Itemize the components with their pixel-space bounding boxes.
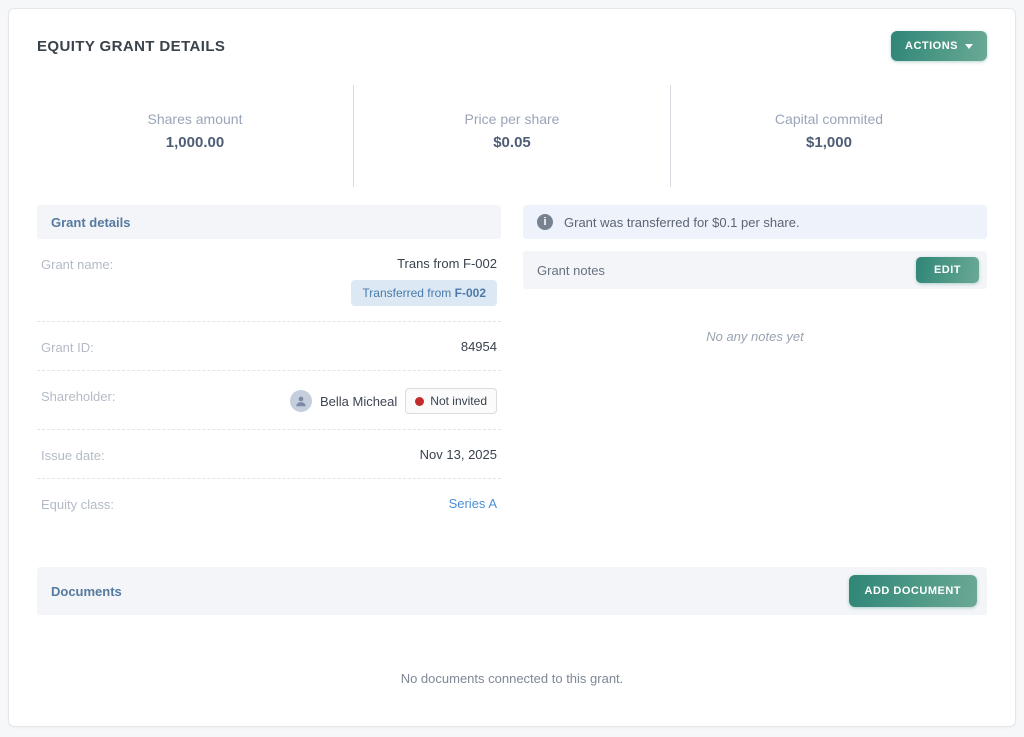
page-title: EQUITY GRANT DETAILS — [37, 37, 226, 55]
row-grant-id: Grant ID: 84954 — [37, 322, 501, 371]
info-icon — [537, 214, 553, 230]
shareholder-value: Bella Micheal Not invited — [289, 388, 497, 414]
transferred-from-text: Transferred from — [362, 286, 455, 300]
row-shareholder: Shareholder: Bella Micheal Not invited — [37, 371, 501, 430]
row-issue-date: Issue date: Nov 13, 2025 — [37, 430, 501, 479]
card-header: EQUITY GRANT DETAILS ACTIONS — [37, 31, 987, 61]
notes-empty-state: No any notes yet — [706, 329, 804, 344]
shareholder-name[interactable]: Bella Micheal — [320, 394, 397, 409]
grant-name-label: Grant name: — [41, 257, 114, 272]
stat-label: Capital commited — [774, 111, 884, 127]
status-dot-icon — [415, 396, 425, 406]
documents-title: Documents — [51, 583, 122, 599]
add-document-button[interactable]: ADD DOCUMENT — [848, 575, 977, 607]
not-invited-badge: Not invited — [405, 388, 497, 414]
grant-id-value: 84954 — [460, 339, 497, 354]
stats-row: Shares amount 1,000.00 Price per share $… — [37, 85, 987, 187]
grant-notes-title: Grant notes — [537, 262, 605, 278]
stat-label: Shares amount — [147, 111, 243, 127]
grant-details-header: Grant details — [37, 205, 501, 239]
grant-name-value-stack: Trans from F-002 Transferred from F-002 — [351, 256, 497, 306]
documents-empty-state: No documents connected to this grant. — [400, 671, 624, 686]
issue-date-value: Nov 13, 2025 — [419, 447, 497, 462]
grant-notes-header: Grant notes EDIT — [523, 251, 987, 289]
grant-details-title: Grant details — [51, 214, 131, 230]
chevron-down-icon — [965, 43, 973, 49]
details-columns: Grant details Grant name: Trans from F-0… — [37, 205, 987, 527]
issue-date-label: Issue date: — [41, 448, 105, 463]
stat-price-per-share: Price per share $0.05 — [353, 85, 670, 187]
actions-button[interactable]: ACTIONS — [891, 31, 987, 61]
documents-header: Documents ADD DOCUMENT — [37, 567, 987, 615]
grant-details-column: Grant details Grant name: Trans from F-0… — [37, 205, 501, 527]
equity-grant-details-card: EQUITY GRANT DETAILS ACTIONS Shares amou… — [8, 8, 1016, 727]
actions-button-label: ACTIONS — [905, 40, 958, 52]
row-equity-class: Equity class: Series A — [37, 479, 501, 527]
stat-value: $0.05 — [493, 134, 531, 151]
row-grant-name: Grant name: Trans from F-002 Transferred… — [37, 239, 501, 322]
status-text: Not invited — [430, 394, 487, 408]
edit-notes-button[interactable]: EDIT — [915, 257, 979, 283]
avatar — [289, 390, 312, 412]
stat-value: 1,000.00 — [165, 134, 225, 151]
transfer-info-banner: Grant was transferred for $0.1 per share… — [523, 205, 987, 239]
stat-capital-commited: Capital commited $1,000 — [670, 85, 987, 187]
transfer-info-text: Grant was transferred for $0.1 per share… — [564, 214, 800, 230]
equity-class-link[interactable]: Series A — [449, 496, 497, 511]
stat-shares-amount: Shares amount 1,000.00 — [37, 85, 353, 187]
stat-label: Price per share — [464, 111, 560, 127]
shareholder-label: Shareholder: — [41, 389, 116, 404]
grant-notes-column: Grant was transferred for $0.1 per share… — [523, 205, 987, 527]
stat-value: $1,000 — [806, 134, 852, 151]
transferred-from-badge[interactable]: Transferred from F-002 — [351, 280, 497, 306]
grant-id-label: Grant ID: — [41, 340, 94, 355]
grant-name-value: Trans from F-002 — [397, 256, 497, 271]
transferred-from-code: F-002 — [454, 286, 486, 300]
person-icon — [296, 396, 306, 407]
equity-class-label: Equity class: — [41, 497, 114, 512]
